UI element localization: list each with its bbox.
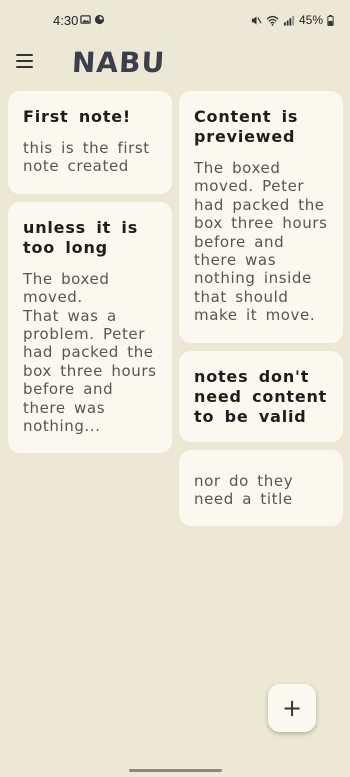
status-left-icons bbox=[80, 14, 105, 25]
menu-button[interactable] bbox=[12, 49, 36, 73]
note-title: First note! bbox=[23, 107, 132, 126]
add-note-button[interactable]: + bbox=[268, 684, 316, 732]
app-notification-icon bbox=[94, 14, 105, 25]
note-title: Content is previewed bbox=[194, 107, 299, 146]
gesture-navigation-bar[interactable] bbox=[129, 769, 222, 772]
battery-percent: 45% bbox=[298, 13, 323, 27]
mute-icon bbox=[251, 15, 262, 25]
wifi-icon bbox=[266, 15, 279, 26]
app-logo: NABU bbox=[71, 46, 167, 79]
note-title: unless it is too long bbox=[23, 217, 139, 257]
note-body: The boxed moved. Peter had packed the bo… bbox=[194, 159, 328, 325]
status-time: 4:30 bbox=[53, 13, 79, 28]
notes-column-right: Content is previewed The boxed moved. Pe… bbox=[179, 91, 343, 527]
note-card[interactable]: Content is previewed The boxed moved. Pe… bbox=[179, 91, 343, 343]
note-title: notes don't need content to be valid bbox=[194, 366, 328, 426]
battery-icon bbox=[327, 14, 334, 26]
note-card[interactable]: unless it is too long The boxed moved. T… bbox=[8, 201, 172, 454]
plus-icon: + bbox=[281, 694, 303, 722]
signal-icon bbox=[283, 15, 295, 26]
status-right: 45% bbox=[251, 13, 334, 27]
note-body: this is the first note created bbox=[23, 139, 150, 176]
app-bar: NABU bbox=[0, 40, 350, 84]
notes-grid: First note! this is the first note creat… bbox=[8, 91, 343, 527]
note-card[interactable]: nor do they need a title bbox=[179, 449, 343, 527]
note-body: The boxed moved. That was a problem. Pet… bbox=[23, 269, 157, 436]
gallery-notification-icon bbox=[80, 15, 91, 24]
hamburger-menu-icon bbox=[15, 54, 33, 56]
notes-column-left: First note! this is the first note creat… bbox=[8, 91, 172, 526]
note-card[interactable]: First note! this is the first note creat… bbox=[8, 91, 172, 194]
note-body: nor do they need a title bbox=[194, 471, 294, 509]
status-bar: 4:30 45% bbox=[0, 0, 350, 40]
screen: 4:30 45% NABU First note! this is the fi… bbox=[0, 0, 350, 777]
note-card[interactable]: notes don't need content to be valid bbox=[179, 350, 343, 442]
